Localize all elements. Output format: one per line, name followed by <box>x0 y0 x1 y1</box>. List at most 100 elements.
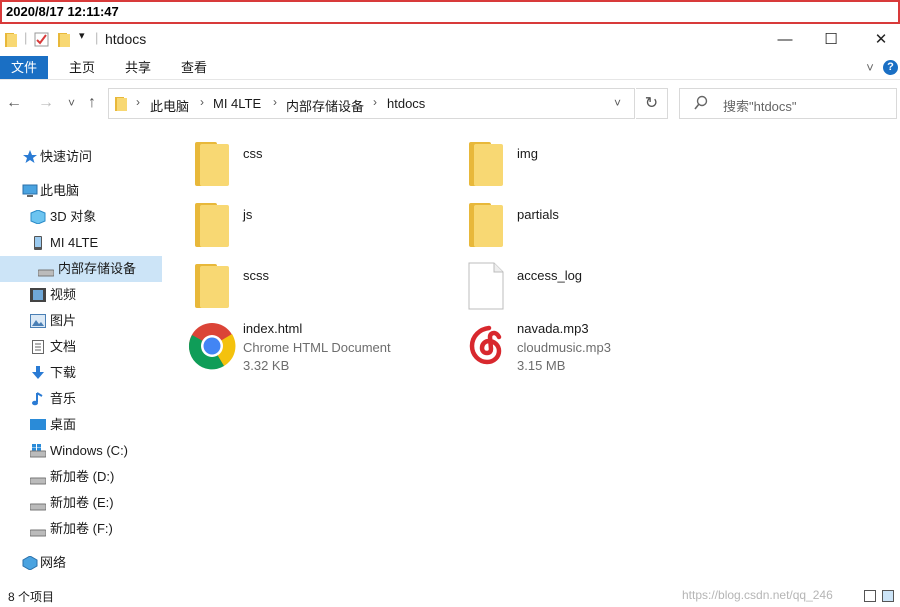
tab-view[interactable]: 查看 <box>170 56 218 79</box>
drive-icon <box>30 477 46 485</box>
sidebar-item-label: 此电脑 <box>40 183 80 198</box>
desktop-icon <box>30 419 46 430</box>
star-icon <box>23 150 37 163</box>
file-item-navada-mp3[interactable]: navada.mp3 cloudmusic.mp3 3.15 MB <box>462 320 702 380</box>
file-item-index-html[interactable]: index.html Chrome HTML Document 3.32 KB <box>188 320 428 380</box>
sidebar-item-windows-c[interactable]: Windows (C:) <box>0 438 162 464</box>
expand-ribbon-button[interactable]: ˅ <box>860 56 880 79</box>
file-type: Chrome HTML Document <box>243 340 391 355</box>
sidebar-item-label: 新加卷 (E:) <box>50 495 114 510</box>
sidebar-item-music[interactable]: 音乐 <box>0 386 162 412</box>
sidebar-item-network[interactable]: 网络 <box>0 550 162 576</box>
tab-file[interactable]: 文件 <box>0 56 48 79</box>
folder-icon <box>195 142 229 186</box>
watermark-text: https://blog.csdn.net/qq_246 <box>682 588 833 602</box>
file-name: css <box>243 146 263 161</box>
item-count: 8 个项目 <box>8 590 55 604</box>
sidebar-item-quick-access[interactable]: 快速访问 <box>0 144 162 170</box>
sidebar-item-this-pc[interactable]: 此电脑 <box>0 178 162 204</box>
status-bar: 8 个项目 https://blog.csdn.net/qq_246 <box>0 584 900 607</box>
search-icon <box>694 95 708 110</box>
breadcrumb-htdocs[interactable]: htdocs <box>387 96 425 111</box>
windows-drive-icon <box>30 444 46 458</box>
sidebar-item-label: 内部存储设备 <box>58 261 137 276</box>
sidebar-item-label: Windows (C:) <box>50 443 129 458</box>
address-bar[interactable]: › 此电脑 › MI 4LTE › 内部存储设备 › htdocs ˅ <box>108 88 635 119</box>
netease-music-icon <box>463 323 509 369</box>
sidebar-item-label: 桌面 <box>50 417 77 432</box>
help-button[interactable]: ? <box>883 60 898 75</box>
breadcrumb-this-pc[interactable]: 此电脑 <box>150 96 189 115</box>
sidebar-item-label: 文档 <box>50 339 77 354</box>
sidebar-item-label: MI 4LTE <box>50 235 99 250</box>
minimize-button[interactable]: — <box>762 26 808 54</box>
folder-item-partials[interactable]: partials <box>466 201 696 253</box>
tab-share[interactable]: 共享 <box>114 56 162 79</box>
folder-icon <box>5 33 17 47</box>
sidebar-item-downloads[interactable]: 下载 <box>0 360 162 386</box>
datetime-banner: 2020/8/17 12:11:47 <box>0 0 900 24</box>
sidebar-item-3d-objects[interactable]: 3D 对象 <box>0 204 162 230</box>
file-name: js <box>243 207 253 222</box>
customize-quick-access-icon[interactable]: ▾ <box>79 29 85 45</box>
ribbon: 文件 主页 共享 查看 ˅ ? <box>0 56 900 80</box>
close-button[interactable]: ✕ <box>858 26 900 54</box>
new-folder-icon[interactable] <box>57 32 71 48</box>
folder-item-scss[interactable]: scss <box>192 262 422 314</box>
maximize-button[interactable]: ☐ <box>808 26 854 54</box>
file-type: cloudmusic.mp3 <box>517 340 611 355</box>
recent-locations-button[interactable]: ˅ <box>68 96 75 110</box>
search-input[interactable]: 搜索"htdocs" <box>679 88 897 119</box>
folder-icon <box>469 142 503 186</box>
music-icon <box>32 392 43 406</box>
folder-icon <box>469 203 503 247</box>
sidebar-item-volume-d[interactable]: 新加卷 (D:) <box>0 464 162 490</box>
file-name: access_log <box>517 268 583 283</box>
sidebar-item-mi-4lte[interactable]: MI 4LTE <box>0 230 162 256</box>
tab-home[interactable]: 主页 <box>58 56 106 79</box>
back-button[interactable]: ← <box>6 94 22 112</box>
address-dropdown-icon[interactable]: ˅ <box>614 96 621 110</box>
refresh-button[interactable]: ↻ <box>636 88 668 119</box>
file-item-access-log[interactable]: access_log <box>466 262 696 314</box>
breadcrumb-separator-icon: › <box>200 95 204 109</box>
properties-icon[interactable] <box>34 32 50 48</box>
up-button[interactable]: ↑ <box>88 94 96 112</box>
folder-item-img[interactable]: img <box>466 140 696 192</box>
sidebar-item-desktop[interactable]: 桌面 <box>0 412 162 438</box>
sidebar-item-volume-e[interactable]: 新加卷 (E:) <box>0 490 162 516</box>
breadcrumb-separator-icon: › <box>273 95 277 109</box>
file-name: index.html <box>243 321 303 336</box>
sidebar-item-label: 下载 <box>50 365 77 380</box>
drive-icon <box>30 503 46 511</box>
toolbar-separator: | <box>95 30 99 45</box>
picture-icon <box>30 314 46 328</box>
folder-icon <box>115 97 127 111</box>
sidebar-item-pictures[interactable]: 图片 <box>0 308 162 334</box>
forward-button[interactable]: → <box>38 94 54 112</box>
breadcrumb-separator-icon: › <box>136 95 140 109</box>
breadcrumb-internal-storage[interactable]: 内部存储设备 <box>286 96 364 115</box>
search-placeholder: 搜索"htdocs" <box>723 99 797 114</box>
window-title: htdocs <box>105 31 147 47</box>
sidebar-item-internal-storage[interactable]: 内部存储设备 <box>0 256 162 282</box>
toolbar-separator: | <box>24 30 28 45</box>
folder-item-js[interactable]: js <box>192 201 422 253</box>
sidebar-item-volume-f[interactable]: 新加卷 (F:) <box>0 516 162 542</box>
drive-icon <box>30 529 46 537</box>
file-name: partials <box>517 207 559 222</box>
sidebar-item-documents[interactable]: 文档 <box>0 334 162 360</box>
sidebar-item-label: 3D 对象 <box>50 209 97 224</box>
breadcrumb-mi-4lte[interactable]: MI 4LTE <box>213 96 261 111</box>
datetime-text: 2020/8/17 12:11:47 <box>6 4 119 19</box>
folder-item-css[interactable]: css <box>192 140 422 192</box>
title-bar: | ▾ | htdocs — ☐ ✕ <box>0 26 900 54</box>
drive-icon <box>38 269 54 277</box>
large-icons-view-icon[interactable] <box>882 590 894 602</box>
sidebar-item-label: 图片 <box>50 313 77 328</box>
sidebar-item-videos[interactable]: 视频 <box>0 282 162 308</box>
sidebar-item-label: 视频 <box>50 287 77 302</box>
folder-icon <box>195 264 229 308</box>
sidebar-item-label: 网络 <box>40 555 67 570</box>
details-view-icon[interactable] <box>864 590 876 602</box>
